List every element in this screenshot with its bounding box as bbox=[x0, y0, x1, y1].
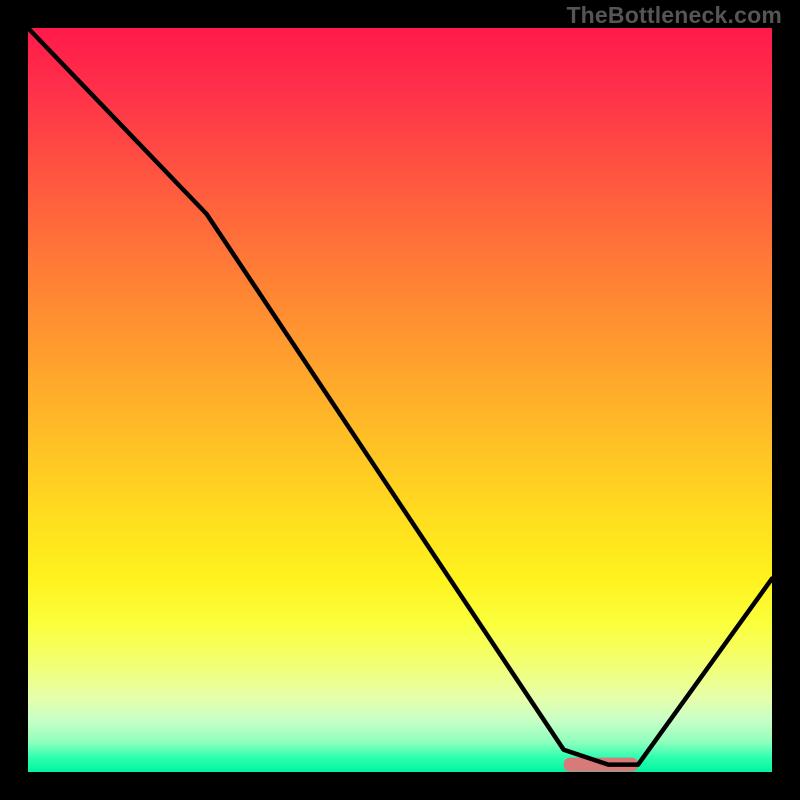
chart-frame: TheBottleneck.com bbox=[0, 0, 800, 800]
bottleneck-curve-path bbox=[28, 28, 772, 765]
watermark-text: TheBottleneck.com bbox=[566, 2, 782, 29]
plot-area bbox=[28, 28, 772, 772]
curve-layer bbox=[28, 28, 772, 772]
